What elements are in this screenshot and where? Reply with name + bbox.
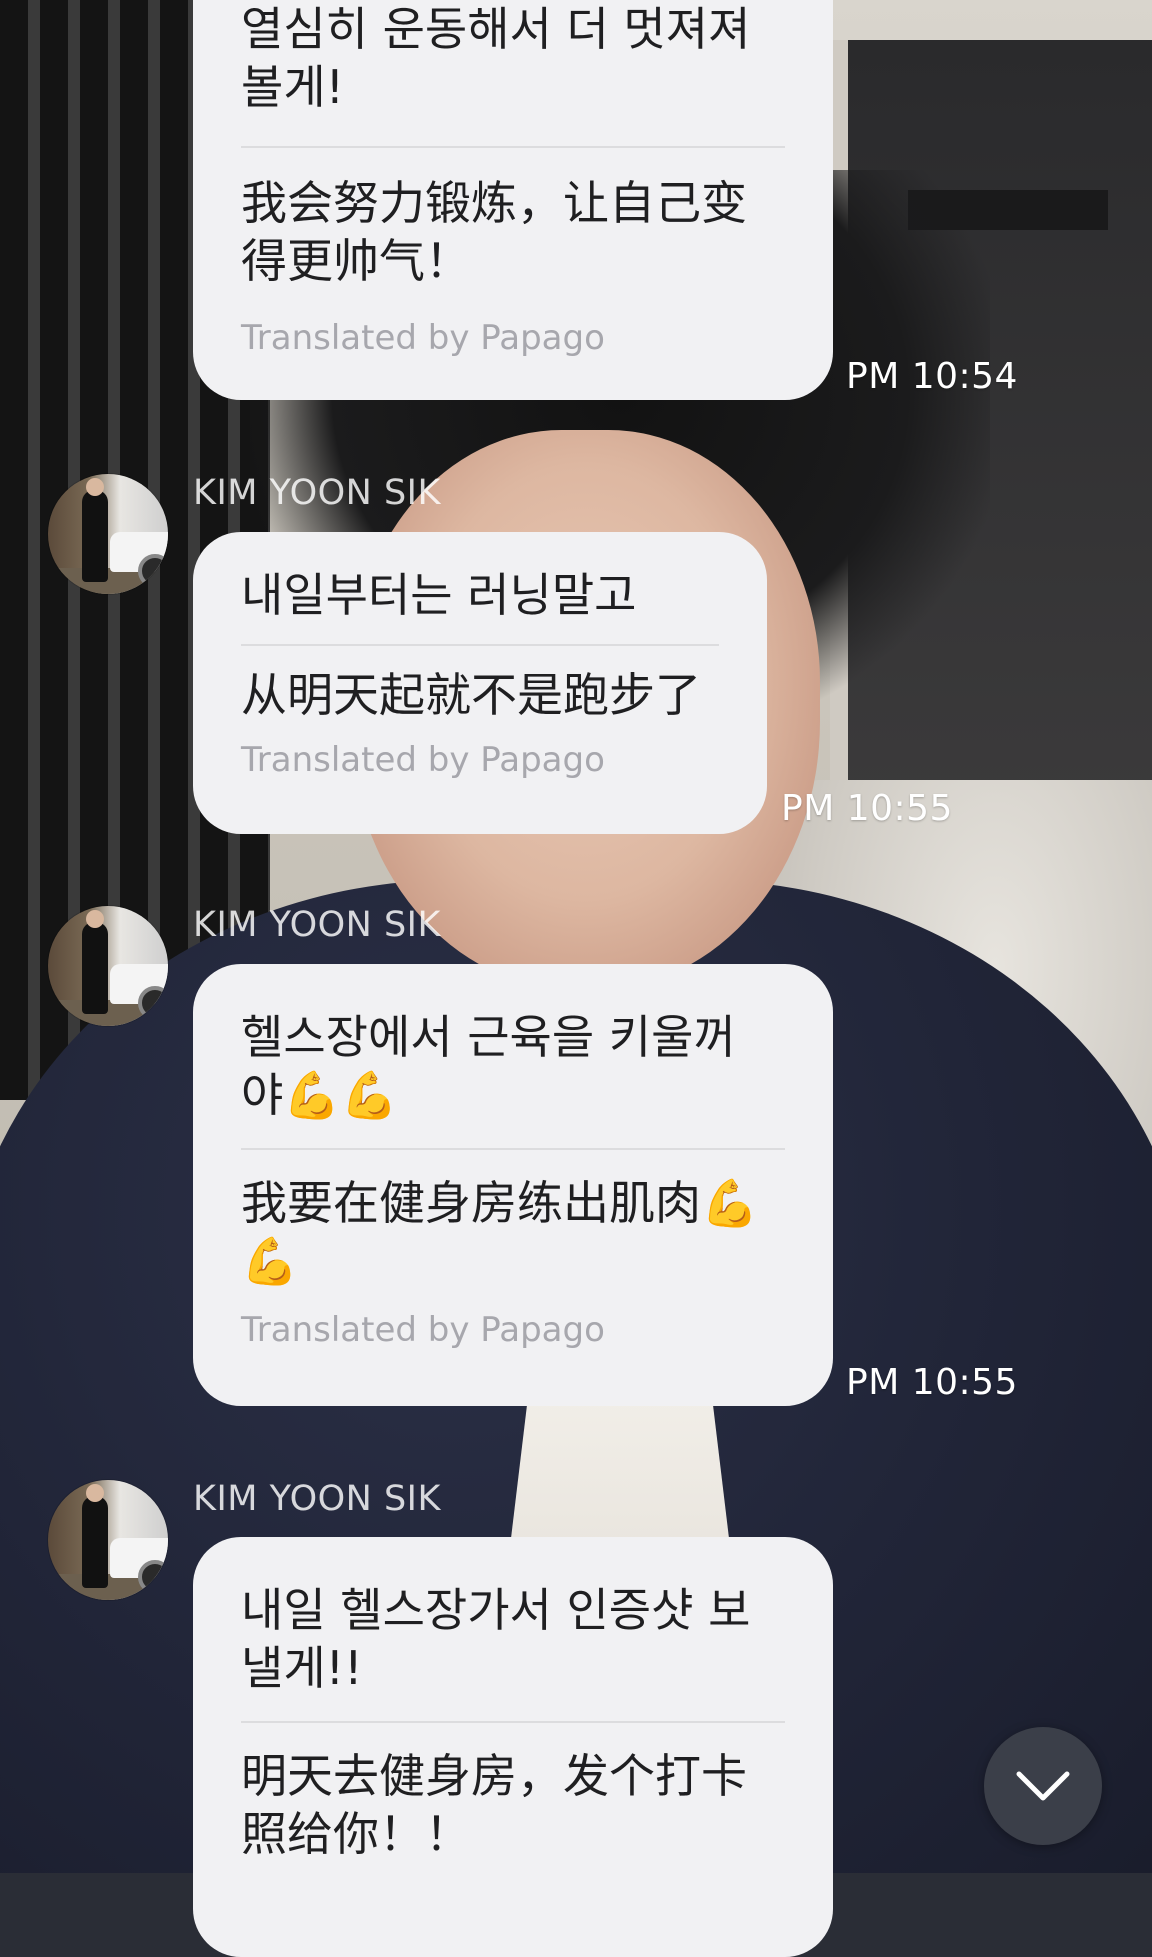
message-time: PM 10:55 xyxy=(846,1362,1018,1403)
translation-credit: Translated by Papago xyxy=(241,740,605,780)
message-translation-line: 明天去健身房，发个打卡 xyxy=(241,1749,747,1803)
translation-credit: Translated by Papago xyxy=(241,1310,605,1350)
sender-name: KIM YOON SIK xyxy=(193,905,441,945)
message-time: PM 10:55 xyxy=(781,788,953,829)
message-original-line: 내일부터는 러닝말고 xyxy=(241,568,637,622)
translation-credit: Translated by Papago xyxy=(241,318,605,358)
divider xyxy=(241,1148,785,1150)
message-bubble[interactable]: 열심히 운동해서 더 멋져져 볼게! 我会努力锻炼，让自己变 得更帅气！ Tra… xyxy=(193,0,833,400)
message-bubble[interactable]: 내일부터는 러닝말고 从明天起就不是跑步了 Translated by Papa… xyxy=(193,532,767,834)
message-bubble[interactable]: 헬스장에서 근육을 키울꺼 야💪💪 我要在健身房练出肌肉💪 💪 Translat… xyxy=(193,964,833,1406)
divider xyxy=(241,146,785,148)
message-original-line: 열심히 운동해서 더 멋져져 xyxy=(241,2,751,56)
message-translation-line: 我会努力锻炼，让自己变 xyxy=(241,176,747,230)
message-translation-line: 得更帅气！ xyxy=(241,234,471,288)
message-time: PM 10:54 xyxy=(846,356,1018,397)
message-original-line: 야💪💪 xyxy=(241,1068,398,1122)
avatar[interactable] xyxy=(48,1480,168,1600)
sender-name: KIM YOON SIK xyxy=(193,473,441,513)
message-original-line: 내일 헬스장가서 인증샷 보 xyxy=(241,1583,751,1637)
message-original-line: 낼게!! xyxy=(241,1641,363,1695)
sender-name: KIM YOON SIK xyxy=(193,1479,441,1519)
divider xyxy=(241,1721,785,1723)
message-translation-line: 从明天起就不是跑步了 xyxy=(241,668,701,722)
message-original-line: 볼게! xyxy=(241,60,345,114)
avatar[interactable] xyxy=(48,474,168,594)
scroll-to-bottom-button[interactable] xyxy=(984,1727,1102,1845)
chevron-down-icon xyxy=(1016,1771,1070,1801)
message-bubble[interactable]: 내일 헬스장가서 인증샷 보 낼게!! 明天去健身房，发个打卡 照给你！！ xyxy=(193,1537,833,1957)
chat-thread[interactable]: 열심히 운동해서 더 멋져져 볼게! 我会努力锻炼，让自己变 得更帅气！ Tra… xyxy=(0,0,1152,1957)
message-original-line: 헬스장에서 근육을 키울꺼 xyxy=(241,1010,736,1064)
message-translation-line: 我要在健身房练出肌肉💪 xyxy=(241,1176,759,1230)
message-translation-line: 💪 xyxy=(241,1234,299,1288)
divider xyxy=(241,644,719,646)
avatar[interactable] xyxy=(48,906,168,1026)
message-translation-line: 照给你！！ xyxy=(241,1807,471,1861)
